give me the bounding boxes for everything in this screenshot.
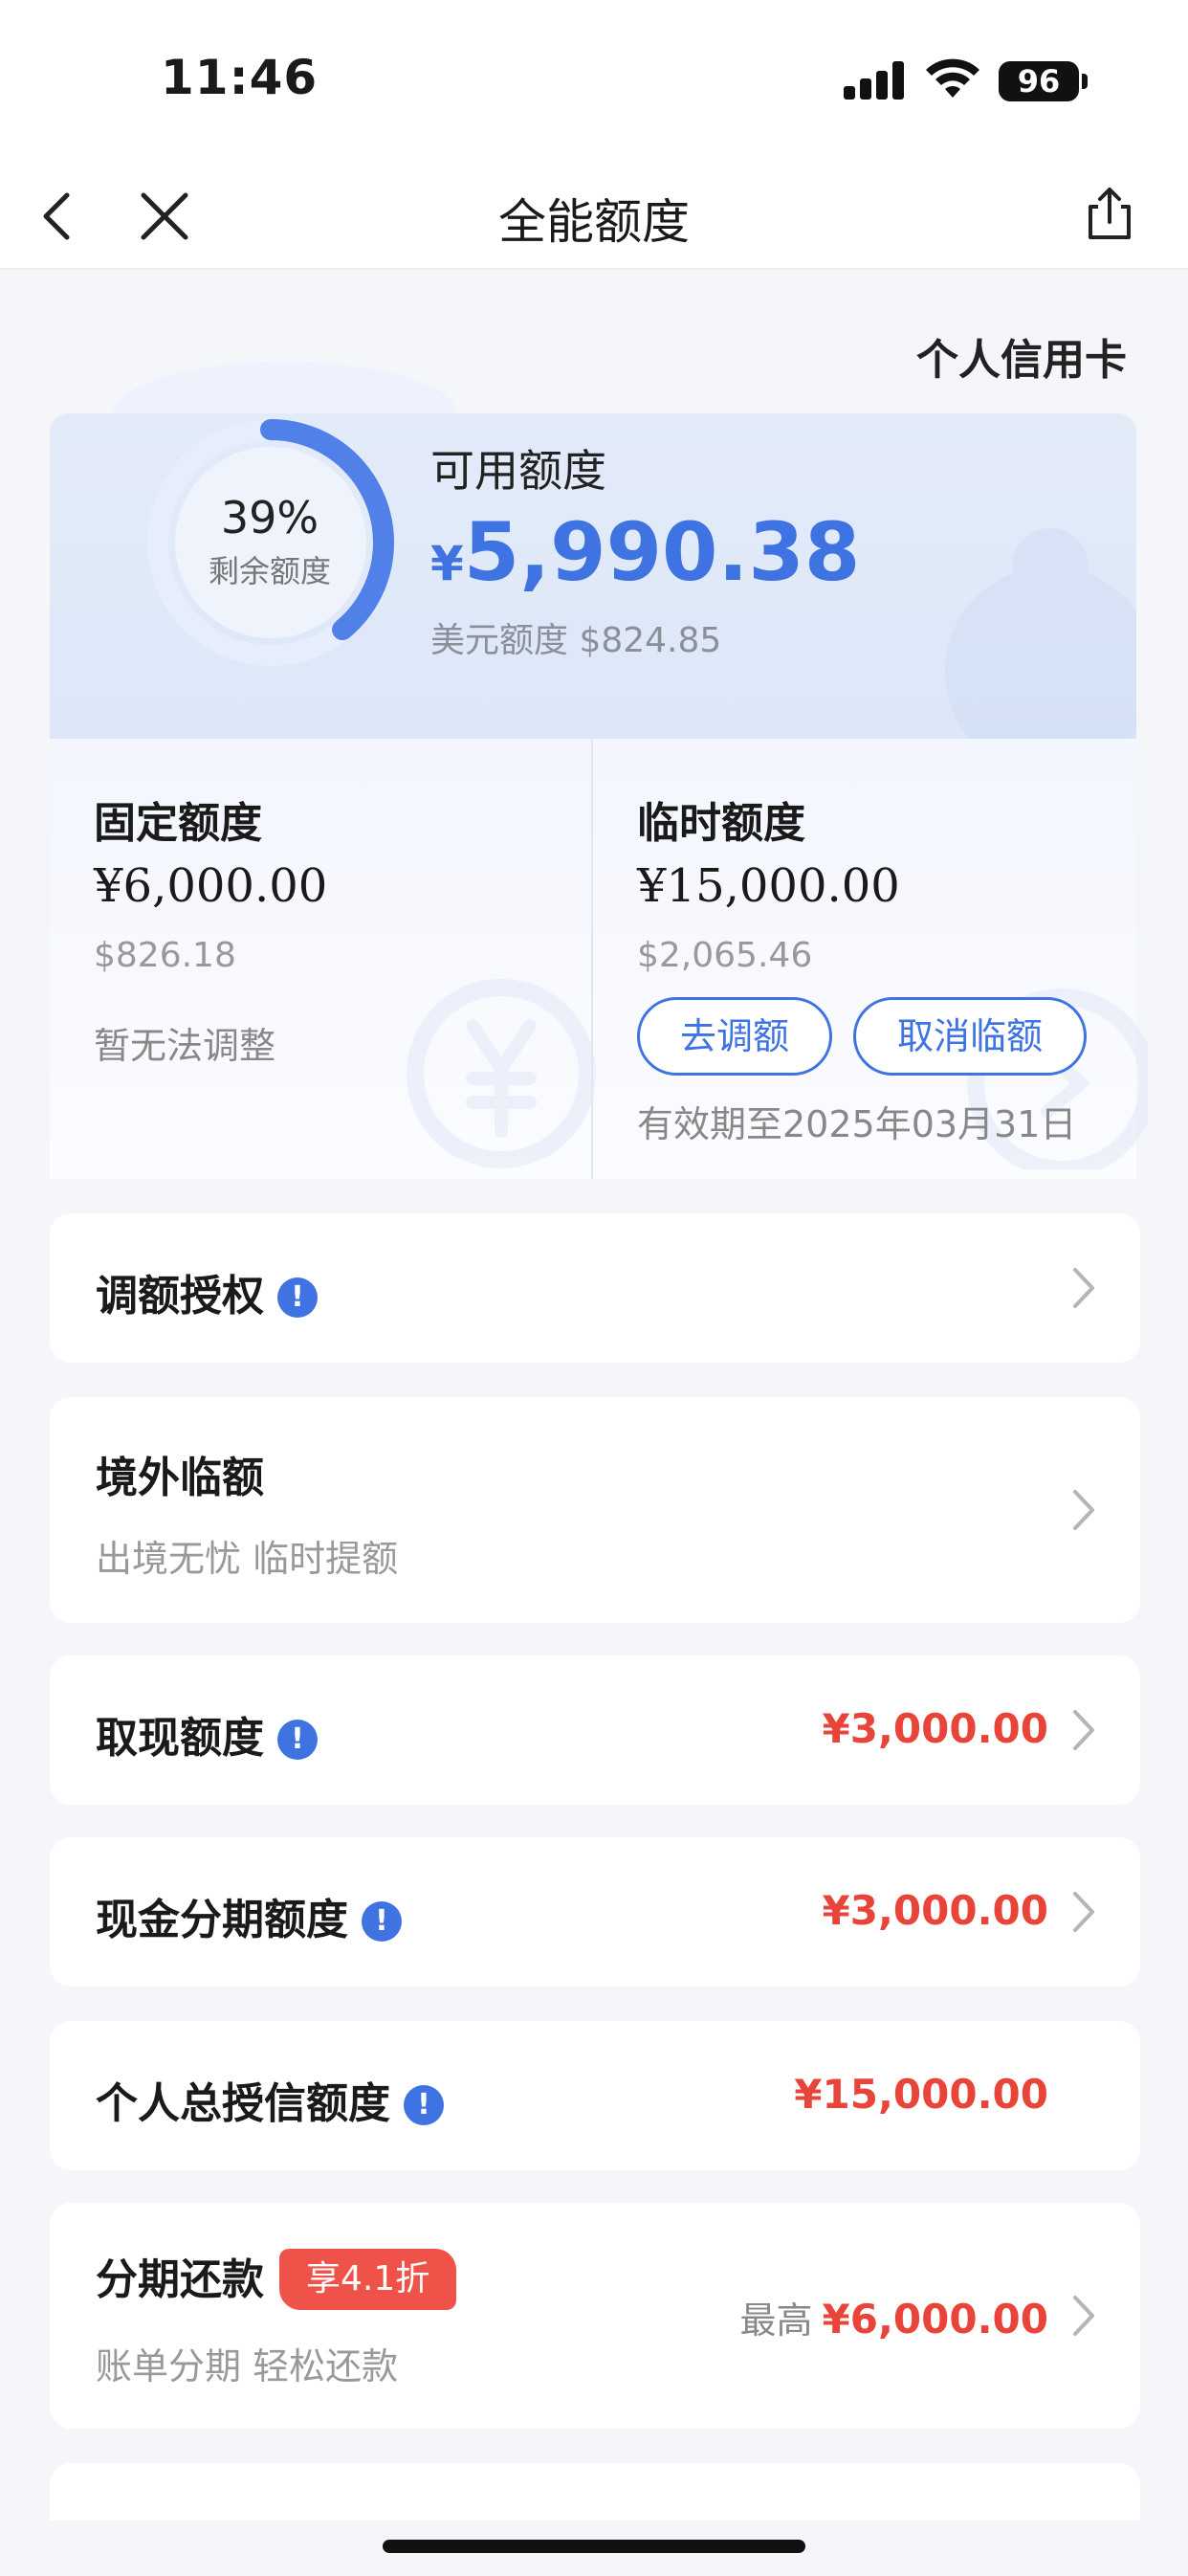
fixed-limit-usd: $826.18	[94, 936, 236, 975]
info-icon[interactable]: !	[404, 2085, 444, 2125]
status-bar: 11:46 96	[0, 0, 1188, 163]
chevron-right-icon	[1073, 1892, 1094, 1932]
installment-repayment-row[interactable]: 分期还款 享4.1折 账单分期 轻松还款 最高 ¥6,000.00	[50, 2203, 1140, 2429]
yuan-coin-decoration-icon	[407, 979, 596, 1168]
fixed-limit-title: 固定额度	[94, 799, 262, 848]
currency-symbol: ¥	[430, 536, 464, 591]
cash-withdrawal-limit-row[interactable]: 取现额度! ¥3,000.00	[50, 1655, 1140, 1805]
remaining-percent: 39%	[220, 492, 319, 544]
row-label: 现金分期额度	[96, 1896, 348, 1944]
limit-authorization-row[interactable]: 调额授权!	[50, 1213, 1140, 1363]
card-type-selector[interactable]: 个人信用卡	[916, 325, 1127, 387]
info-icon[interactable]: !	[277, 1277, 318, 1318]
fixed-limit-note: 暂无法调整	[94, 1025, 276, 1067]
temporary-limit-section: 临时额度 ¥15,000.00 $2,065.46 去调额 取消临额 有效期至2…	[593, 739, 1148, 1179]
chevron-right-icon	[1073, 2296, 1094, 2336]
available-credit-amount: ¥5,990.38	[430, 505, 860, 599]
cash-installment-amount: ¥3,000.00	[822, 1887, 1048, 1934]
battery-icon: 96	[999, 61, 1079, 101]
cash-limit-title: 取现额度!	[96, 1703, 318, 1765]
cash-limit-amount: ¥3,000.00	[822, 1705, 1048, 1752]
installment-max-amount: 最高 ¥6,000.00	[740, 2291, 1049, 2343]
available-credit-label: 可用额度	[430, 445, 606, 497]
chevron-right-icon	[1073, 1490, 1094, 1530]
available-amount-value: 5,990.38	[463, 505, 861, 599]
row-label: 取现额度	[96, 1714, 264, 1763]
total-credit-title: 个人总授信额度!	[96, 2069, 444, 2130]
max-prefix: 最高	[739, 2299, 813, 2342]
info-icon[interactable]: !	[277, 1720, 318, 1760]
remaining-label: 剩余额度	[208, 553, 331, 589]
temporary-limit-title: 临时额度	[637, 799, 805, 848]
total-credit-amount: ¥15,000.00	[794, 2071, 1048, 2118]
home-indicator[interactable]	[383, 2540, 805, 2553]
temporary-limit-amount: ¥15,000.00	[637, 859, 900, 913]
installment-subtitle: 账单分期 轻松还款	[96, 2345, 399, 2387]
row-label: 个人总授信额度	[96, 2079, 390, 2128]
chevron-right-icon	[1073, 1268, 1094, 1308]
chevron-right-icon	[1073, 1710, 1094, 1750]
adjust-limit-button[interactable]: 去调额	[637, 997, 832, 1076]
navigation-bar: 全能额度	[0, 163, 1188, 270]
fixed-limit-section: 固定额度 ¥6,000.00 $826.18 暂无法调整	[50, 739, 596, 1179]
available-credit-card: 39% 剩余额度 可用额度 ¥5,990.38 美元额度 $824.85	[50, 413, 1136, 739]
cellular-signal-icon	[844, 61, 905, 100]
row-label: 调额授权	[96, 1272, 264, 1321]
credit-limits-panel: 固定额度 ¥6,000.00 $826.18 暂无法调整 临时额度 ¥15,00…	[50, 739, 1148, 1179]
temporary-limit-usd: $2,065.46	[637, 936, 813, 975]
overseas-limit-title: 境外临额	[96, 1454, 264, 1502]
overseas-temporary-limit-row[interactable]: 境外临额 出境无忧 临时提额	[50, 1397, 1140, 1623]
status-time: 11:46	[161, 50, 319, 105]
discount-badge: 享4.1折	[279, 2249, 457, 2310]
row-label: 分期还款	[96, 2255, 264, 2304]
usd-credit: 美元额度 $824.85	[430, 621, 722, 660]
installment-amount-value: ¥6,000.00	[822, 2296, 1048, 2343]
battery-tip	[1082, 74, 1088, 89]
cash-installment-limit-row[interactable]: 现金分期额度! ¥3,000.00	[50, 1837, 1140, 1987]
overseas-limit-subtitle: 出境无忧 临时提额	[96, 1538, 399, 1580]
money-bag-decoration-icon	[945, 528, 1136, 739]
fixed-limit-amount: ¥6,000.00	[94, 859, 328, 913]
cancel-temporary-limit-button[interactable]: 取消临额	[853, 997, 1087, 1076]
installment-title: 分期还款 享4.1折	[96, 2245, 457, 2310]
wifi-icon	[926, 58, 979, 98]
share-icon[interactable]	[1079, 184, 1140, 245]
page-title: 全能额度	[498, 194, 690, 250]
temporary-limit-validity: 有效期至2025年03月31日	[637, 1103, 1077, 1145]
total-credit-limit-row: 个人总授信额度! ¥15,000.00	[50, 2021, 1140, 2170]
info-icon[interactable]: !	[362, 1901, 402, 1942]
limit-authorization-title: 调额授权!	[96, 1261, 318, 1322]
cash-installment-title: 现金分期额度!	[96, 1885, 402, 1946]
next-row-peek	[50, 2463, 1140, 2520]
